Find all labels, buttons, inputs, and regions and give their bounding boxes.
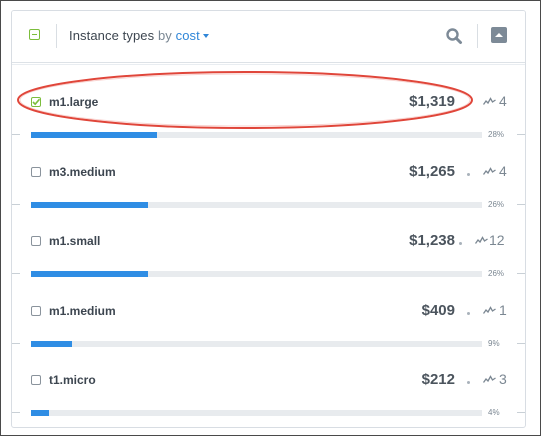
- instance-cost: $1,238: [409, 232, 455, 249]
- header-border: [12, 64, 525, 65]
- collapse-button[interactable]: [491, 27, 507, 43]
- cost-share-percent: 9%: [488, 339, 500, 348]
- header-divider: [56, 24, 57, 48]
- cost-share-fill: [31, 410, 49, 416]
- search-button[interactable]: [445, 27, 463, 45]
- cost-share-fill: [31, 132, 157, 138]
- list-item[interactable]: t1.micro $212 3 4%: [12, 364, 525, 427]
- panel-title: Instance types by cost: [69, 28, 209, 43]
- cost-share-fill: [31, 341, 72, 347]
- cost-share-percent: 26%: [488, 200, 505, 209]
- cost-share-bar: [31, 271, 482, 277]
- separator-dot: [467, 381, 470, 384]
- row-tick: [12, 273, 20, 274]
- cost-share-fill: [31, 271, 148, 277]
- instance-type-name: m1.medium: [49, 304, 116, 318]
- cost-share-percent: 26%: [488, 269, 505, 278]
- row-tick: [12, 134, 20, 135]
- cost-share-bar: [31, 132, 482, 138]
- row-tick: [517, 204, 525, 205]
- search-icon: [446, 28, 462, 44]
- sort-label: cost: [175, 28, 200, 43]
- row-tick: [517, 343, 525, 344]
- separator-dot: [467, 312, 470, 315]
- instance-count: 3: [499, 371, 507, 387]
- sparkline-icon: [483, 306, 496, 314]
- instance-type-name: m3.medium: [49, 165, 116, 179]
- row-tick: [12, 412, 20, 413]
- sparkline-icon: [483, 97, 496, 105]
- cost-share-fill: [31, 202, 148, 208]
- list-item[interactable]: m3.medium $1,265 4 26%: [12, 156, 525, 226]
- instance-type-name: m1.small: [49, 234, 101, 248]
- instance-count: 4: [499, 163, 507, 179]
- instance-types-panel: Instance types by cost m1.large $1,319 4 28…: [11, 10, 526, 428]
- instance-cost: $1,319: [409, 93, 455, 110]
- sparkline-icon: [483, 167, 496, 175]
- title-by-text: by: [157, 28, 172, 43]
- row-checkbox[interactable]: [31, 306, 41, 316]
- cost-share-bar: [31, 410, 482, 416]
- instance-type-name: m1.large: [49, 95, 99, 109]
- instance-cost: $1,265: [409, 163, 455, 180]
- row-tick: [12, 204, 20, 205]
- row-tick: [517, 412, 525, 413]
- row-tick: [517, 134, 525, 135]
- cost-share-percent: 28%: [488, 130, 505, 139]
- instance-type-name: t1.micro: [49, 373, 96, 387]
- instance-cost: $409: [421, 302, 455, 319]
- checkmark-icon: [32, 98, 41, 106]
- cost-share-bar: [31, 341, 482, 347]
- header-divider: [477, 24, 478, 48]
- list-item[interactable]: m1.large $1,319 4 28%: [12, 86, 525, 156]
- list-item[interactable]: m1.medium $409 1 9%: [12, 295, 525, 365]
- header-border: [12, 62, 525, 63]
- list-item[interactable]: m1.small $1,238 12 26%: [12, 225, 525, 295]
- sparkline-icon: [475, 236, 488, 244]
- cost-share-bar: [31, 202, 482, 208]
- row-checkbox[interactable]: [31, 167, 41, 177]
- row-checkbox[interactable]: [31, 236, 41, 246]
- row-checkbox[interactable]: [31, 375, 41, 385]
- instance-count: 4: [499, 93, 507, 109]
- instance-count: 12: [489, 232, 505, 248]
- sort-dropdown[interactable]: cost: [176, 28, 209, 43]
- title-text: Instance types: [69, 28, 155, 43]
- separator-dot: [467, 173, 470, 176]
- select-all-checkbox[interactable]: [29, 29, 40, 40]
- row-tick: [517, 273, 525, 274]
- separator-dot: [459, 242, 462, 245]
- chevron-down-icon: [202, 34, 209, 38]
- instance-count: 1: [499, 302, 507, 318]
- cost-share-percent: 4%: [488, 408, 500, 417]
- panel-header: Instance types by cost: [12, 11, 525, 61]
- row-checkbox[interactable]: [31, 97, 41, 107]
- row-tick: [12, 343, 20, 344]
- sparkline-icon: [483, 375, 496, 383]
- chevron-up-icon: [495, 33, 503, 37]
- instance-cost: $212: [421, 371, 455, 388]
- window-frame: Instance types by cost m1.large $1,319 4 28…: [0, 0, 541, 436]
